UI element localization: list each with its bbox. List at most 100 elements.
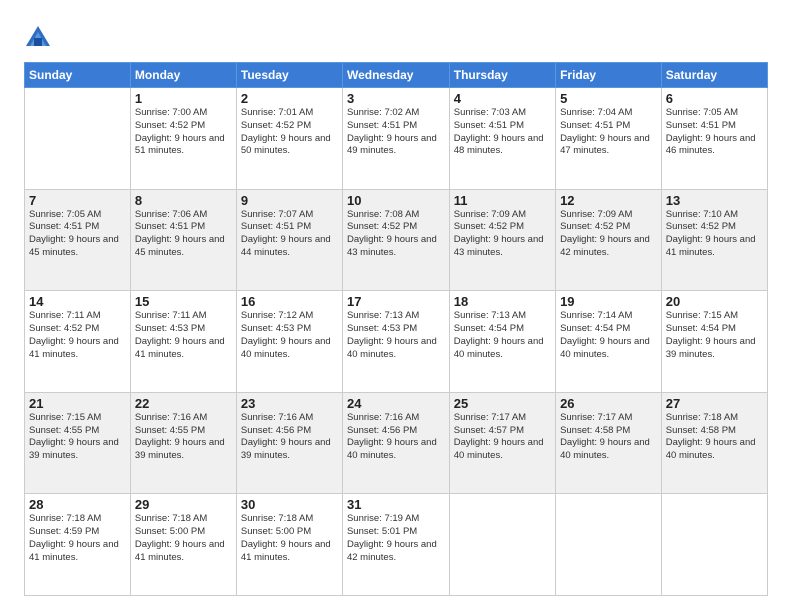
calendar-cell: 7Sunrise: 7:05 AMSunset: 4:51 PMDaylight… <box>25 189 131 291</box>
calendar-cell: 24Sunrise: 7:16 AMSunset: 4:56 PMDayligh… <box>342 392 449 494</box>
calendar-cell: 19Sunrise: 7:14 AMSunset: 4:54 PMDayligh… <box>556 291 662 393</box>
day-number: 3 <box>347 91 445 106</box>
calendar-cell <box>661 494 767 596</box>
day-number: 2 <box>241 91 338 106</box>
calendar-day-header: Saturday <box>661 63 767 88</box>
day-info: Sunrise: 7:01 AMSunset: 4:52 PMDaylight:… <box>241 107 338 158</box>
day-number: 7 <box>29 193 126 208</box>
calendar-cell <box>25 88 131 190</box>
day-number: 10 <box>347 193 445 208</box>
day-number: 5 <box>560 91 657 106</box>
day-number: 18 <box>454 294 551 309</box>
calendar-cell: 21Sunrise: 7:15 AMSunset: 4:55 PMDayligh… <box>25 392 131 494</box>
calendar-cell: 13Sunrise: 7:10 AMSunset: 4:52 PMDayligh… <box>661 189 767 291</box>
calendar-cell: 8Sunrise: 7:06 AMSunset: 4:51 PMDaylight… <box>130 189 236 291</box>
calendar: SundayMondayTuesdayWednesdayThursdayFrid… <box>24 62 768 596</box>
calendar-cell: 20Sunrise: 7:15 AMSunset: 4:54 PMDayligh… <box>661 291 767 393</box>
day-info: Sunrise: 7:16 AMSunset: 4:56 PMDaylight:… <box>347 412 445 463</box>
calendar-week-row: 21Sunrise: 7:15 AMSunset: 4:55 PMDayligh… <box>25 392 768 494</box>
calendar-cell <box>556 494 662 596</box>
day-info: Sunrise: 7:11 AMSunset: 4:52 PMDaylight:… <box>29 310 126 361</box>
day-number: 14 <box>29 294 126 309</box>
day-number: 11 <box>454 193 551 208</box>
calendar-cell: 22Sunrise: 7:16 AMSunset: 4:55 PMDayligh… <box>130 392 236 494</box>
calendar-cell: 11Sunrise: 7:09 AMSunset: 4:52 PMDayligh… <box>449 189 555 291</box>
day-number: 6 <box>666 91 763 106</box>
day-number: 29 <box>135 497 232 512</box>
calendar-cell: 12Sunrise: 7:09 AMSunset: 4:52 PMDayligh… <box>556 189 662 291</box>
day-info: Sunrise: 7:15 AMSunset: 4:54 PMDaylight:… <box>666 310 763 361</box>
calendar-cell: 5Sunrise: 7:04 AMSunset: 4:51 PMDaylight… <box>556 88 662 190</box>
day-info: Sunrise: 7:16 AMSunset: 4:56 PMDaylight:… <box>241 412 338 463</box>
calendar-cell: 15Sunrise: 7:11 AMSunset: 4:53 PMDayligh… <box>130 291 236 393</box>
day-info: Sunrise: 7:09 AMSunset: 4:52 PMDaylight:… <box>560 209 657 260</box>
day-info: Sunrise: 7:19 AMSunset: 5:01 PMDaylight:… <box>347 513 445 564</box>
calendar-cell: 26Sunrise: 7:17 AMSunset: 4:58 PMDayligh… <box>556 392 662 494</box>
day-info: Sunrise: 7:03 AMSunset: 4:51 PMDaylight:… <box>454 107 551 158</box>
calendar-cell: 10Sunrise: 7:08 AMSunset: 4:52 PMDayligh… <box>342 189 449 291</box>
calendar-cell: 23Sunrise: 7:16 AMSunset: 4:56 PMDayligh… <box>236 392 342 494</box>
day-number: 13 <box>666 193 763 208</box>
day-number: 27 <box>666 396 763 411</box>
day-number: 30 <box>241 497 338 512</box>
day-info: Sunrise: 7:18 AMSunset: 4:59 PMDaylight:… <box>29 513 126 564</box>
day-number: 23 <box>241 396 338 411</box>
calendar-week-row: 1Sunrise: 7:00 AMSunset: 4:52 PMDaylight… <box>25 88 768 190</box>
calendar-cell: 3Sunrise: 7:02 AMSunset: 4:51 PMDaylight… <box>342 88 449 190</box>
calendar-day-header: Friday <box>556 63 662 88</box>
day-info: Sunrise: 7:14 AMSunset: 4:54 PMDaylight:… <box>560 310 657 361</box>
day-info: Sunrise: 7:18 AMSunset: 4:58 PMDaylight:… <box>666 412 763 463</box>
calendar-cell: 14Sunrise: 7:11 AMSunset: 4:52 PMDayligh… <box>25 291 131 393</box>
calendar-cell: 16Sunrise: 7:12 AMSunset: 4:53 PMDayligh… <box>236 291 342 393</box>
day-info: Sunrise: 7:12 AMSunset: 4:53 PMDaylight:… <box>241 310 338 361</box>
calendar-cell: 28Sunrise: 7:18 AMSunset: 4:59 PMDayligh… <box>25 494 131 596</box>
day-number: 8 <box>135 193 232 208</box>
day-number: 17 <box>347 294 445 309</box>
calendar-cell: 31Sunrise: 7:19 AMSunset: 5:01 PMDayligh… <box>342 494 449 596</box>
logo <box>24 24 56 52</box>
page: SundayMondayTuesdayWednesdayThursdayFrid… <box>0 0 792 612</box>
calendar-cell: 18Sunrise: 7:13 AMSunset: 4:54 PMDayligh… <box>449 291 555 393</box>
day-number: 16 <box>241 294 338 309</box>
day-info: Sunrise: 7:08 AMSunset: 4:52 PMDaylight:… <box>347 209 445 260</box>
day-info: Sunrise: 7:07 AMSunset: 4:51 PMDaylight:… <box>241 209 338 260</box>
calendar-day-header: Sunday <box>25 63 131 88</box>
day-info: Sunrise: 7:16 AMSunset: 4:55 PMDaylight:… <box>135 412 232 463</box>
day-number: 12 <box>560 193 657 208</box>
day-info: Sunrise: 7:17 AMSunset: 4:57 PMDaylight:… <box>454 412 551 463</box>
calendar-day-header: Thursday <box>449 63 555 88</box>
calendar-week-row: 28Sunrise: 7:18 AMSunset: 4:59 PMDayligh… <box>25 494 768 596</box>
calendar-day-header: Wednesday <box>342 63 449 88</box>
day-number: 9 <box>241 193 338 208</box>
day-number: 25 <box>454 396 551 411</box>
calendar-week-row: 7Sunrise: 7:05 AMSunset: 4:51 PMDaylight… <box>25 189 768 291</box>
day-number: 22 <box>135 396 232 411</box>
day-number: 26 <box>560 396 657 411</box>
day-info: Sunrise: 7:02 AMSunset: 4:51 PMDaylight:… <box>347 107 445 158</box>
calendar-cell: 1Sunrise: 7:00 AMSunset: 4:52 PMDaylight… <box>130 88 236 190</box>
calendar-day-header: Tuesday <box>236 63 342 88</box>
day-info: Sunrise: 7:17 AMSunset: 4:58 PMDaylight:… <box>560 412 657 463</box>
day-info: Sunrise: 7:15 AMSunset: 4:55 PMDaylight:… <box>29 412 126 463</box>
calendar-cell: 4Sunrise: 7:03 AMSunset: 4:51 PMDaylight… <box>449 88 555 190</box>
day-number: 4 <box>454 91 551 106</box>
day-info: Sunrise: 7:10 AMSunset: 4:52 PMDaylight:… <box>666 209 763 260</box>
day-number: 21 <box>29 396 126 411</box>
day-info: Sunrise: 7:05 AMSunset: 4:51 PMDaylight:… <box>29 209 126 260</box>
calendar-cell: 6Sunrise: 7:05 AMSunset: 4:51 PMDaylight… <box>661 88 767 190</box>
day-info: Sunrise: 7:06 AMSunset: 4:51 PMDaylight:… <box>135 209 232 260</box>
calendar-cell: 25Sunrise: 7:17 AMSunset: 4:57 PMDayligh… <box>449 392 555 494</box>
day-info: Sunrise: 7:00 AMSunset: 4:52 PMDaylight:… <box>135 107 232 158</box>
day-info: Sunrise: 7:05 AMSunset: 4:51 PMDaylight:… <box>666 107 763 158</box>
day-number: 24 <box>347 396 445 411</box>
calendar-cell <box>449 494 555 596</box>
calendar-cell: 2Sunrise: 7:01 AMSunset: 4:52 PMDaylight… <box>236 88 342 190</box>
calendar-week-row: 14Sunrise: 7:11 AMSunset: 4:52 PMDayligh… <box>25 291 768 393</box>
day-info: Sunrise: 7:13 AMSunset: 4:54 PMDaylight:… <box>454 310 551 361</box>
day-info: Sunrise: 7:11 AMSunset: 4:53 PMDaylight:… <box>135 310 232 361</box>
day-info: Sunrise: 7:13 AMSunset: 4:53 PMDaylight:… <box>347 310 445 361</box>
day-info: Sunrise: 7:09 AMSunset: 4:52 PMDaylight:… <box>454 209 551 260</box>
header <box>24 20 768 52</box>
calendar-cell: 29Sunrise: 7:18 AMSunset: 5:00 PMDayligh… <box>130 494 236 596</box>
day-number: 15 <box>135 294 232 309</box>
